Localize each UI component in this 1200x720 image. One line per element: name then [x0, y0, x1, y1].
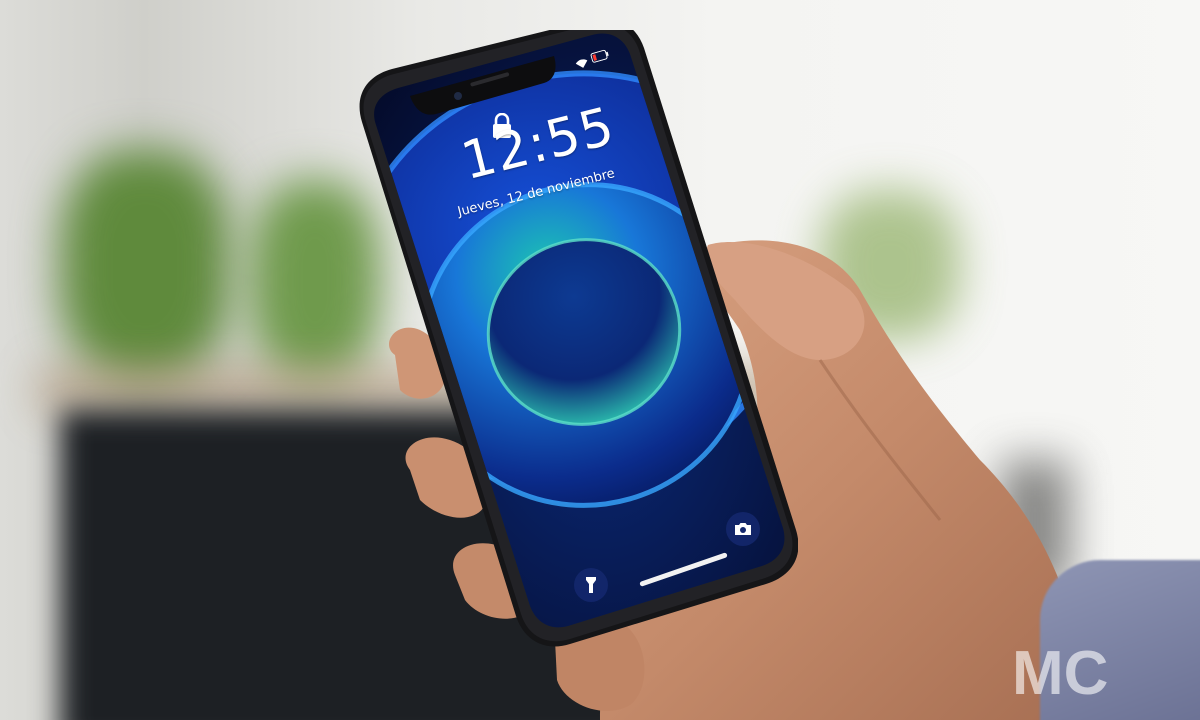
camera-icon	[735, 523, 751, 535]
flashlight-button[interactable]	[574, 568, 608, 602]
home-indicator[interactable]	[639, 552, 728, 587]
smartphone: 12:55 Jueves, 12 de noviembre	[358, 30, 798, 658]
battery-icon	[590, 49, 609, 63]
camera-button[interactable]	[726, 512, 760, 546]
watermark-logo: MC	[1012, 640, 1108, 702]
svg-text:MC: MC	[1012, 640, 1108, 702]
flashlight-icon	[586, 577, 596, 593]
wifi-icon	[575, 59, 588, 68]
photo-scene: 12:55 Jueves, 12 de noviembre MC	[0, 0, 1200, 720]
